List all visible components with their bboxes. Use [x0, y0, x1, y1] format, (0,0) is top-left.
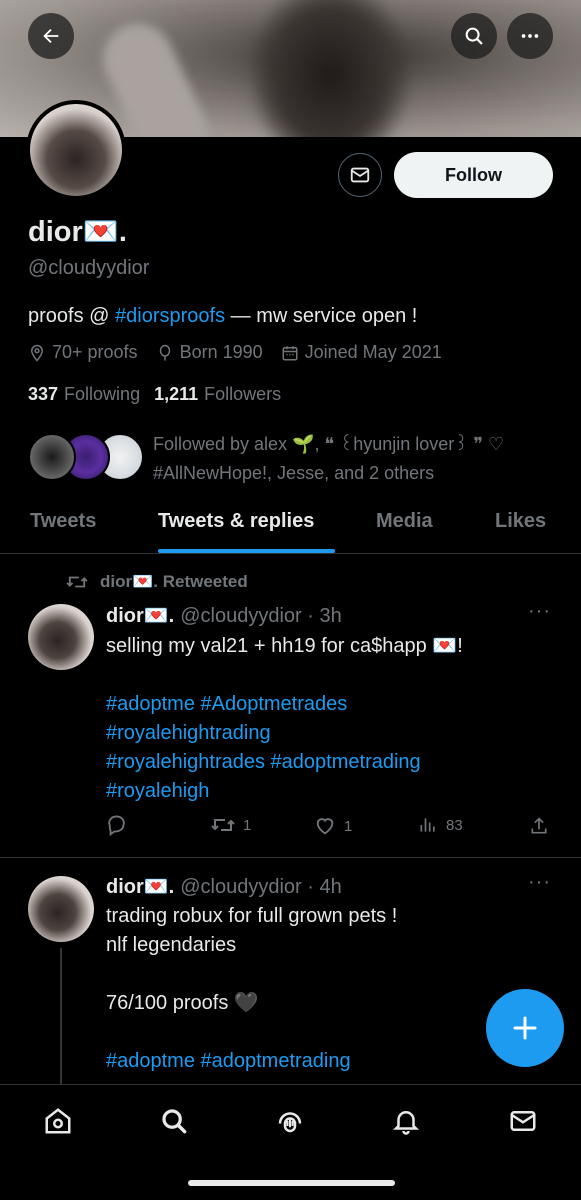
followed-by-avatars[interactable]	[28, 433, 144, 481]
tweet-hashtags[interactable]: #adoptme #Adoptmetrades	[106, 690, 546, 719]
avatar[interactable]	[28, 876, 94, 942]
following-link[interactable]: 337 Following	[28, 384, 140, 405]
retweet-label-text: dior💌. Retweeted	[100, 572, 248, 591]
location-item: 70+ proofs	[28, 342, 138, 363]
arrow-left-icon	[43, 28, 59, 44]
tweet-divider	[0, 857, 581, 858]
tweet-more-button[interactable]: ···	[528, 600, 551, 623]
profile-meta: 70+ proofs Born 1990 Joined May 2021	[28, 342, 460, 363]
follow-counts: 337 Following 1,211 Followers	[28, 384, 295, 405]
retweet-icon	[211, 819, 235, 831]
profile-avatar[interactable]	[26, 100, 126, 200]
tweet-author[interactable]: dior💌.	[106, 605, 174, 627]
tweet-hashtags[interactable]: #royalehightrading	[106, 719, 546, 748]
retweet-count: 1	[243, 816, 252, 834]
share-icon	[531, 817, 547, 834]
tweet-text: 76/100 proofs 🖤	[106, 992, 259, 1014]
nav-messages[interactable]	[507, 1105, 539, 1137]
spaces-icon	[278, 1112, 302, 1133]
plus-icon	[513, 1016, 537, 1040]
tweet-header: dior💌. @cloudyydior · 4h	[106, 874, 342, 899]
born-text: Born 1990	[179, 342, 263, 362]
share-button[interactable]	[529, 815, 557, 837]
tweet-author[interactable]: dior💌.	[106, 876, 174, 898]
avatar	[28, 433, 76, 481]
tweet-handle-time: @cloudyydior · 4h	[180, 876, 342, 898]
tweet-text: trading robux for full grown pets !	[106, 905, 398, 927]
followers-link[interactable]: 1,211 Followers	[154, 384, 281, 405]
envelope-icon	[510, 1111, 536, 1131]
born-item: Born 1990	[156, 342, 263, 363]
tweet-hashtags[interactable]: #adoptme #adoptmetrading	[106, 1047, 546, 1076]
followed-by-text[interactable]: Followed by alex 🌱, ❝ ꒰hyunjin lover꒱ ❞ …	[153, 430, 553, 488]
location-pin-icon	[30, 344, 44, 362]
tab-likes[interactable]: Likes	[495, 510, 546, 533]
retweet-icon	[66, 576, 88, 588]
followed-by-line2: #AllNewHope!, Jesse, and 2 others	[153, 463, 435, 483]
tweet-body: trading robux for full grown pets ! nlf …	[106, 902, 546, 1076]
location-text: 70+ proofs	[52, 342, 138, 362]
bio-suffix: — mw service open !	[225, 305, 418, 327]
search-icon	[465, 27, 483, 45]
tweet-text: nlf legendaries	[106, 934, 237, 956]
avatar[interactable]	[28, 604, 94, 670]
nav-home[interactable]	[42, 1105, 74, 1137]
tab-media[interactable]: Media	[376, 510, 433, 533]
tab-tweets-replies[interactable]: Tweets & replies	[158, 510, 314, 533]
like-button[interactable]: 1	[314, 815, 352, 837]
following-count: 337	[28, 384, 59, 404]
more-icon	[521, 34, 539, 38]
calendar-icon	[282, 345, 298, 360]
balloon-icon	[159, 344, 170, 360]
tweet-handle-time: @cloudyydior · 3h	[180, 605, 342, 627]
home-indicator	[188, 1180, 395, 1186]
compose-tweet-button[interactable]	[486, 989, 564, 1067]
profile-tabs: Tweets Tweets & replies Media Likes	[0, 496, 581, 554]
following-label: Following	[64, 384, 141, 404]
message-button[interactable]	[338, 153, 382, 197]
tweet-hashtags[interactable]: #royalehightrades #adoptmetrading	[106, 748, 546, 777]
bio-hashtag-link[interactable]: #diorsproofs	[115, 305, 225, 327]
home-icon	[45, 1108, 71, 1134]
thread-line	[60, 948, 62, 1088]
more-options-button[interactable]	[507, 13, 553, 59]
retweet-button[interactable]: 1	[211, 815, 251, 835]
tweet-hashtags[interactable]: #royalehigh	[106, 777, 546, 806]
nav-spaces[interactable]	[274, 1105, 306, 1137]
search-button[interactable]	[451, 13, 497, 59]
tweet-body: selling my val21 + hh19 for ca$happ 💌! #…	[106, 632, 546, 806]
tweet-text: selling my val21 + hh19 for ca$happ 💌!	[106, 635, 463, 657]
follow-button[interactable]: Follow	[394, 152, 553, 198]
views-button[interactable]: 83	[418, 815, 463, 835]
joined-item: Joined May 2021	[281, 342, 442, 363]
back-button[interactable]	[28, 13, 74, 59]
views-count: 83	[446, 816, 463, 834]
search-icon	[162, 1109, 187, 1134]
tab-tweets[interactable]: Tweets	[30, 510, 96, 533]
bio-prefix: proofs @	[28, 305, 116, 327]
profile-name: dior💌.	[28, 216, 127, 248]
nav-search[interactable]	[158, 1105, 190, 1137]
tweet-header: dior💌. @cloudyydior · 3h	[106, 603, 342, 628]
retweet-label: dior💌. Retweeted	[66, 572, 248, 592]
reply-icon	[108, 815, 125, 837]
profile-handle: @cloudyydior	[28, 257, 150, 279]
views-icon	[420, 818, 435, 832]
joined-text: Joined May 2021	[304, 342, 442, 362]
profile-bio: proofs @ #diorsproofs — mw service open …	[28, 305, 417, 328]
nav-notifications[interactable]	[390, 1105, 422, 1137]
envelope-icon	[350, 167, 370, 183]
tweet-actions: 1 1 83	[106, 815, 556, 841]
followers-count: 1,211	[154, 384, 199, 404]
heart-icon	[316, 818, 334, 835]
bell-icon	[392, 1111, 420, 1135]
like-count: 1	[344, 817, 353, 835]
followed-by-line1: Followed by alex 🌱, ❝ ꒰hyunjin lover꒱ ❞ …	[153, 434, 505, 454]
followers-label: Followers	[204, 384, 282, 404]
tweet-more-button[interactable]: ···	[528, 871, 551, 894]
reply-button[interactable]	[106, 815, 136, 837]
active-tab-indicator	[158, 549, 335, 553]
